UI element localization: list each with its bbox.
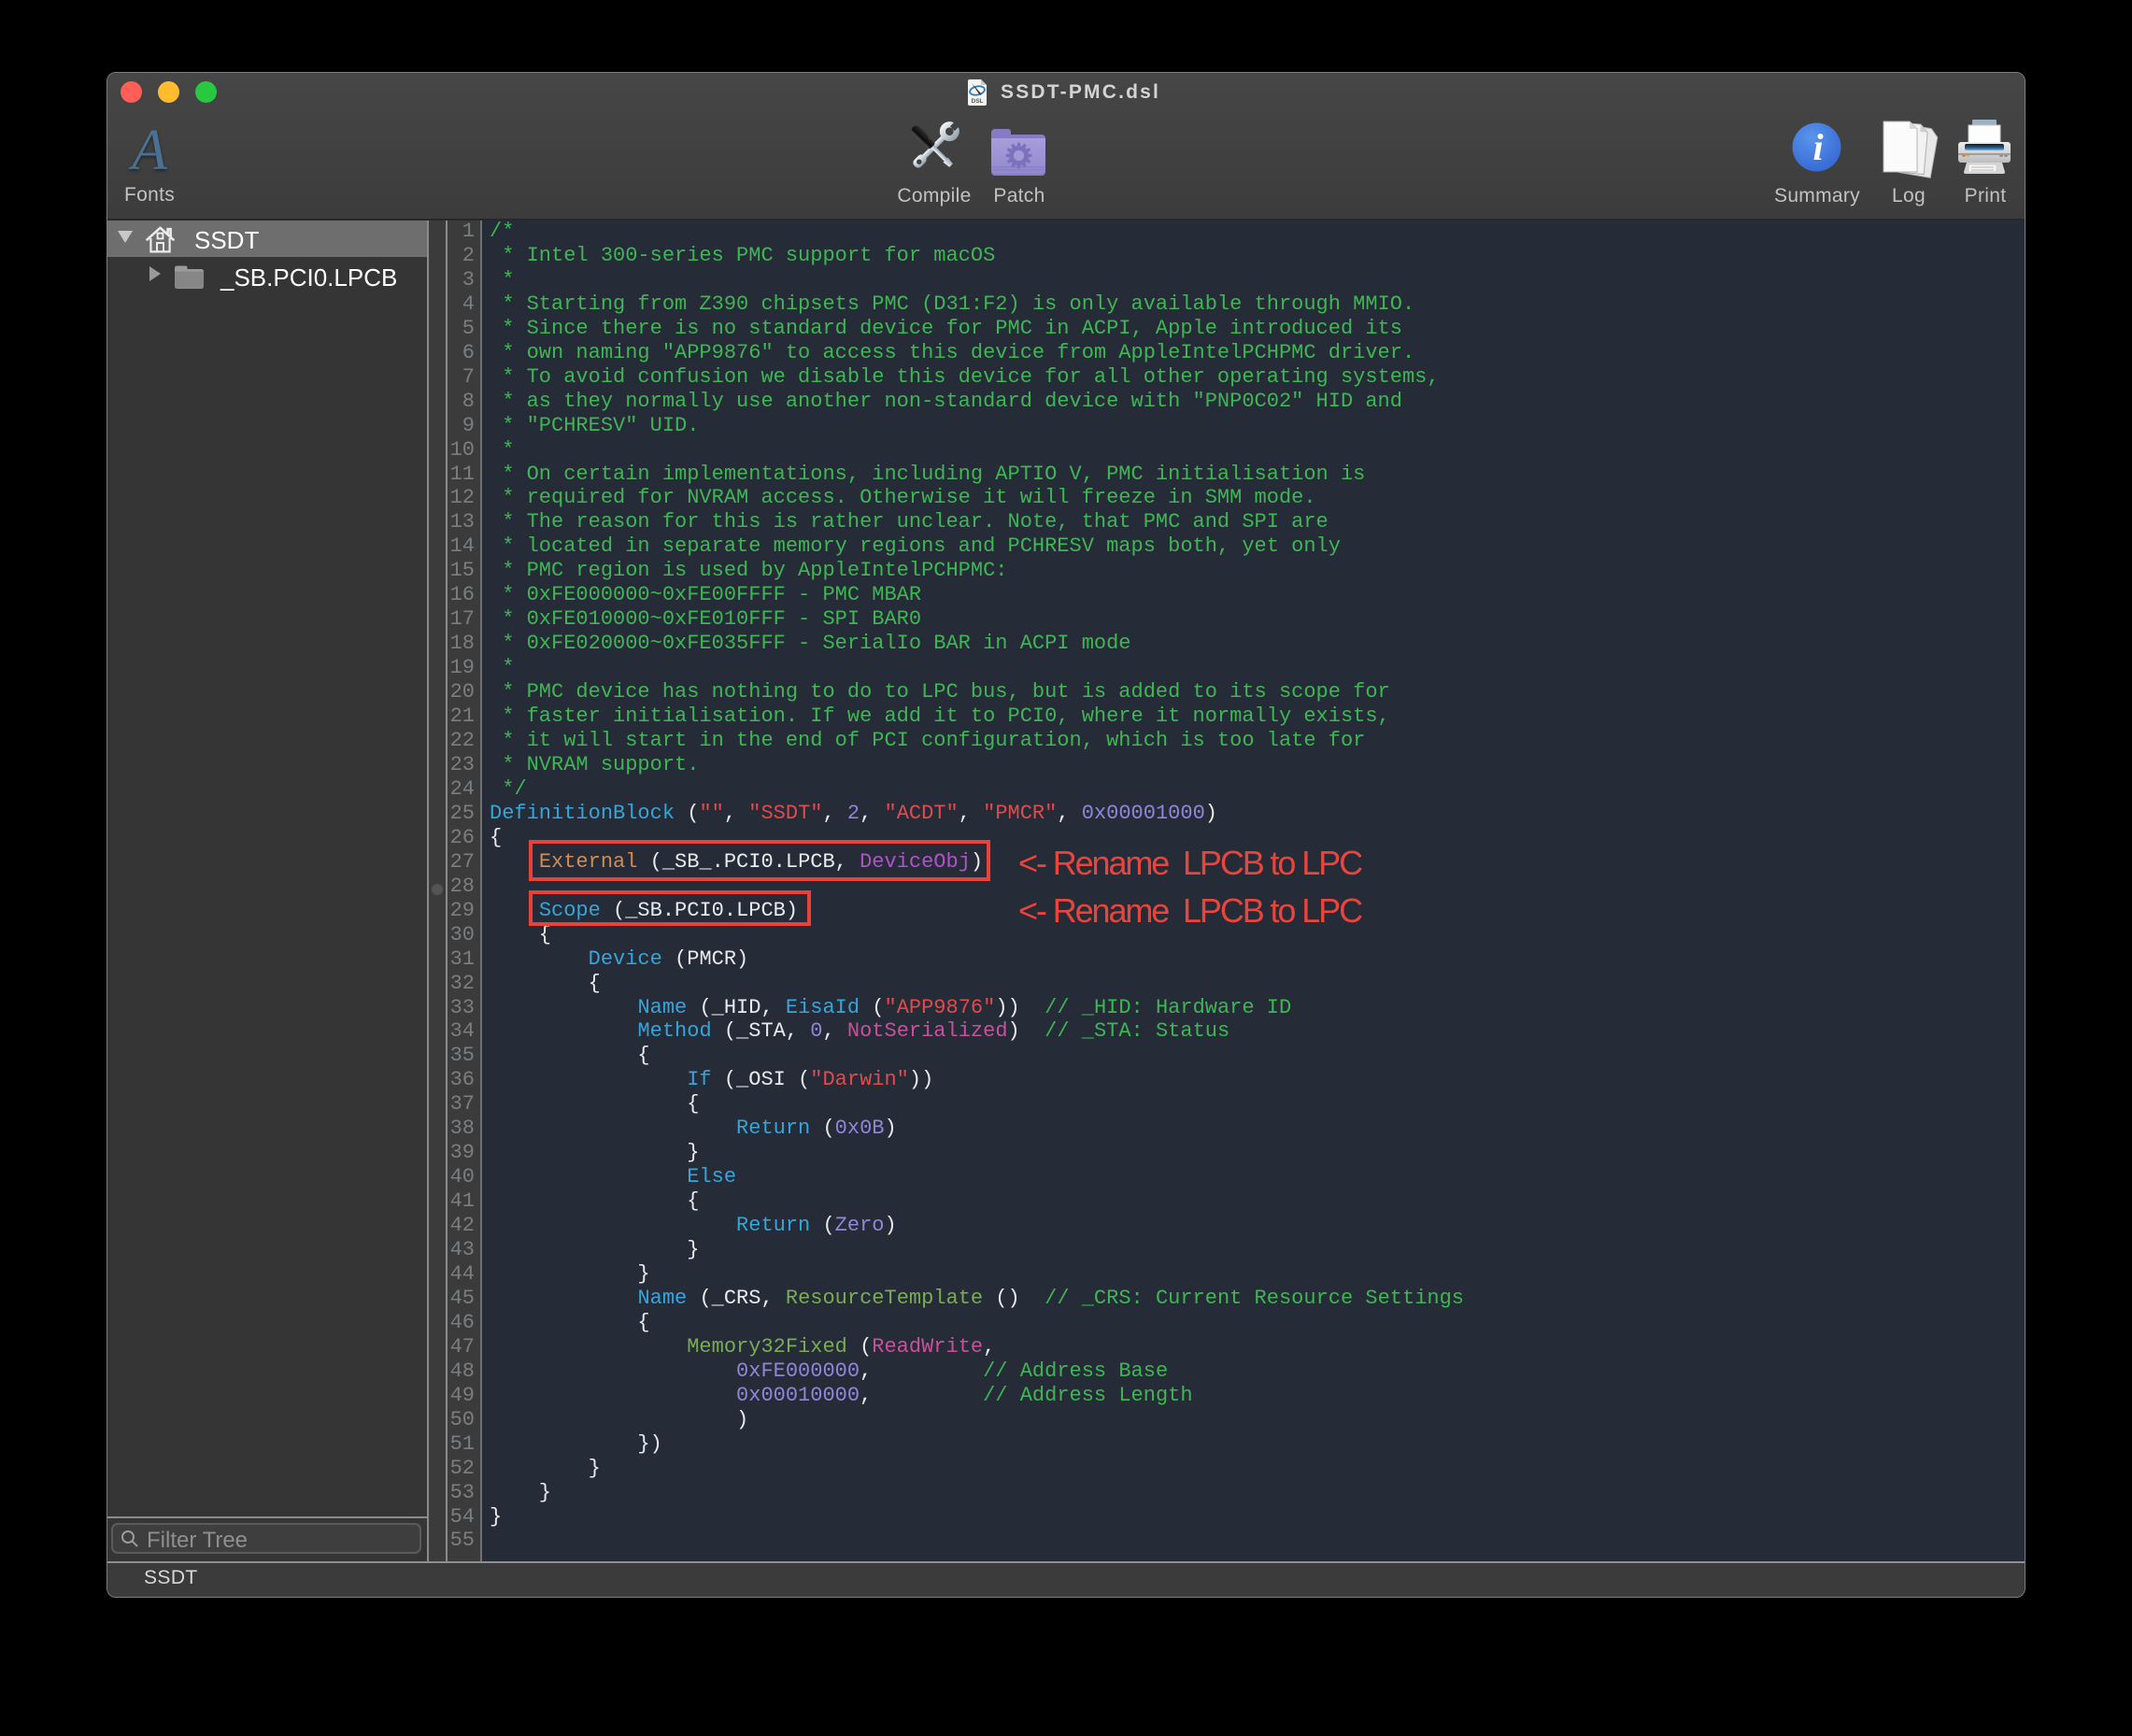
svg-text:DSL: DSL: [972, 98, 984, 105]
svg-text:i: i: [1812, 126, 1823, 168]
